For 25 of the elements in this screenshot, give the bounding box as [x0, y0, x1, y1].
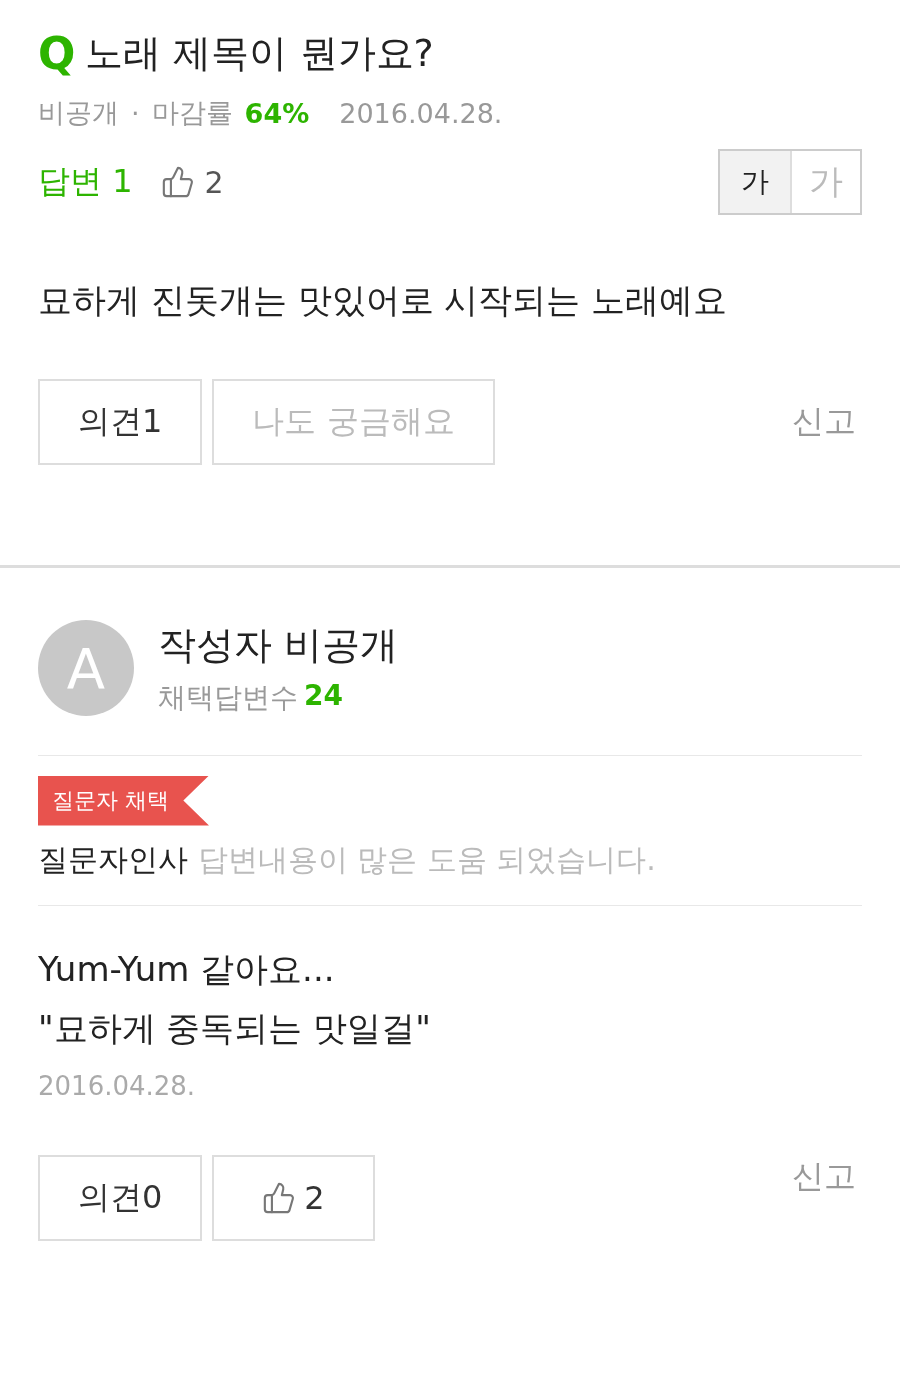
question-date: 2016.04.28. [339, 97, 503, 129]
answer-text: "묘하게 중독되는 맛일걸" [38, 1007, 432, 1050]
like-button[interactable]: 2 [212, 1154, 375, 1241]
author-name: 작성자 비공개 [158, 621, 399, 669]
comment-button[interactable]: 의견0 [38, 1154, 203, 1241]
close-rate: 64% [244, 97, 310, 129]
answer-text: Yum-Yum 같아요... [38, 947, 336, 991]
visibility-label: 비공개 [38, 96, 119, 130]
thumbs-up-icon [262, 1180, 297, 1215]
question-mark: Q [38, 31, 76, 76]
font-size-button[interactable]: 가 [720, 151, 790, 213]
close-rate-label: 마감률 [151, 96, 233, 130]
question-title: 노래 제목이 뭔가요? [85, 30, 434, 77]
thumbs-up-icon[interactable] [160, 165, 195, 199]
like-count: 2 [204, 164, 224, 200]
adopted-count: 24 [304, 678, 343, 714]
question-body: 묘하게 진돗개는 맛있어로 시작되는 노래예요 [38, 279, 729, 322]
action-button[interactable]: 의견1 [38, 378, 203, 465]
greeting-text: 답변내용이 많은 도움 되었습니다. [197, 841, 656, 877]
answer-date: 2016.04.28. [38, 1070, 197, 1101]
separator: · [131, 97, 140, 129]
adopted-badge: 질문자 채택 [38, 775, 209, 826]
greeting-label: 질문자인사 [38, 841, 188, 877]
adopted-count-label: 채택답변수 [158, 679, 298, 716]
answer-count: 답변 1 [38, 161, 133, 202]
